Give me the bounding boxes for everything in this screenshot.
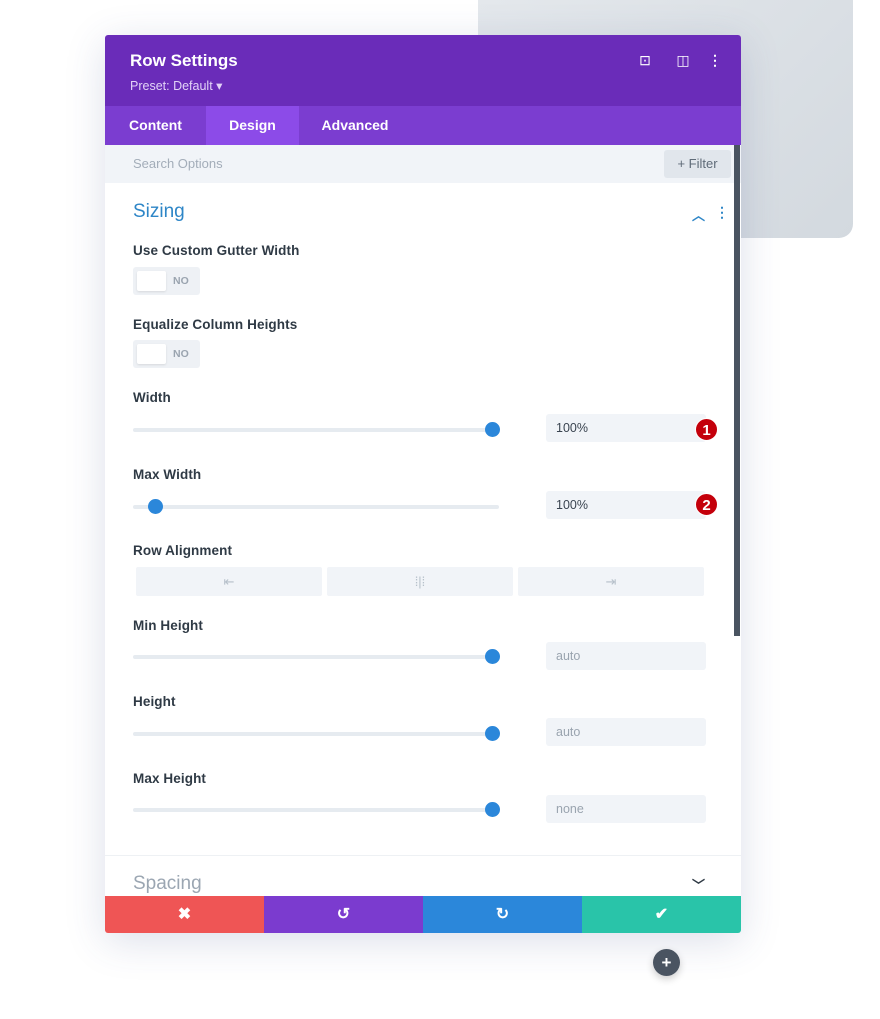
toggle-value: NO [173, 348, 189, 360]
sidebar-layout-icon[interactable]: ◫ [675, 52, 691, 69]
panel-title: Row Settings [130, 51, 238, 70]
height-input[interactable]: auto [546, 718, 706, 746]
more-vertical-icon[interactable]: ⋮ [707, 52, 723, 69]
tab-content[interactable]: Content [105, 106, 206, 145]
max-width-label: Max Width [133, 467, 202, 482]
row-alignment-label: Row Alignment [133, 543, 233, 558]
max-height-slider[interactable] [133, 802, 500, 817]
preset-dropdown[interactable]: Preset: Default ▾ [130, 78, 222, 93]
max-width-input[interactable]: 100% [546, 491, 706, 519]
search-input[interactable]: Search Options [133, 156, 223, 171]
max-height-input[interactable]: none [546, 795, 706, 823]
action-bar: ✖ ↺ ↻ ✔ [105, 896, 741, 933]
search-bar: Search Options + Filter [105, 145, 741, 183]
slider-thumb[interactable] [484, 726, 500, 741]
filter-button[interactable]: + Filter [664, 150, 731, 178]
chevron-up-icon[interactable]: ︿ [692, 205, 705, 224]
slider-thumb[interactable] [484, 422, 500, 437]
slider-thumb[interactable] [147, 499, 163, 514]
align-left-button[interactable]: ⇤ [136, 567, 322, 596]
undo-button[interactable]: ↺ [264, 896, 423, 933]
tab-advanced[interactable]: Advanced [299, 106, 411, 145]
min-height-label: Min Height [133, 618, 203, 633]
equalize-heights-toggle[interactable]: NO [133, 340, 200, 368]
slider-thumb[interactable] [484, 802, 500, 817]
custom-gutter-label: Use Custom Gutter Width [133, 243, 300, 258]
sizing-section-title[interactable]: Sizing [133, 201, 185, 223]
panel-header: Row Settings Preset: Default ▾ ⊡ ◫ ⋮ [105, 35, 741, 106]
tab-design[interactable]: Design [206, 106, 299, 145]
min-height-input[interactable]: auto [546, 642, 706, 670]
section-menu-icon[interactable]: ⋮ [715, 204, 729, 221]
redo-button[interactable]: ↻ [423, 896, 582, 933]
spacing-section-title[interactable]: Spacing [133, 873, 202, 895]
row-settings-panel: Row Settings Preset: Default ▾ ⊡ ◫ ⋮ Con… [105, 35, 741, 933]
equalize-heights-label: Equalize Column Heights [133, 317, 298, 332]
save-button[interactable]: ✔ [582, 896, 741, 933]
min-height-slider[interactable] [133, 649, 500, 664]
section-divider [105, 855, 741, 856]
height-label: Height [133, 694, 176, 709]
add-row-button[interactable]: + [653, 949, 680, 976]
align-center-button[interactable]: ⁞|⁞ [327, 567, 513, 596]
annotation-badge-2: 2 [695, 493, 718, 516]
width-label: Width [133, 390, 171, 405]
scrollbar[interactable] [734, 145, 740, 636]
annotation-badge-1: 1 [695, 418, 718, 441]
custom-gutter-toggle[interactable]: NO [133, 267, 200, 295]
slider-thumb[interactable] [484, 649, 500, 664]
align-right-button[interactable]: ⇥ [518, 567, 704, 596]
width-slider[interactable] [133, 422, 500, 437]
height-slider[interactable] [133, 726, 500, 741]
focus-icon[interactable]: ⊡ [637, 52, 653, 69]
chevron-down-icon[interactable]: ﹀ [692, 875, 705, 894]
width-input[interactable]: 100% [546, 414, 706, 442]
max-height-label: Max Height [133, 771, 207, 786]
cancel-button[interactable]: ✖ [105, 896, 264, 933]
max-width-slider[interactable] [133, 499, 499, 514]
toggle-value: NO [173, 275, 189, 287]
tab-bar: Content Design Advanced [105, 106, 741, 145]
